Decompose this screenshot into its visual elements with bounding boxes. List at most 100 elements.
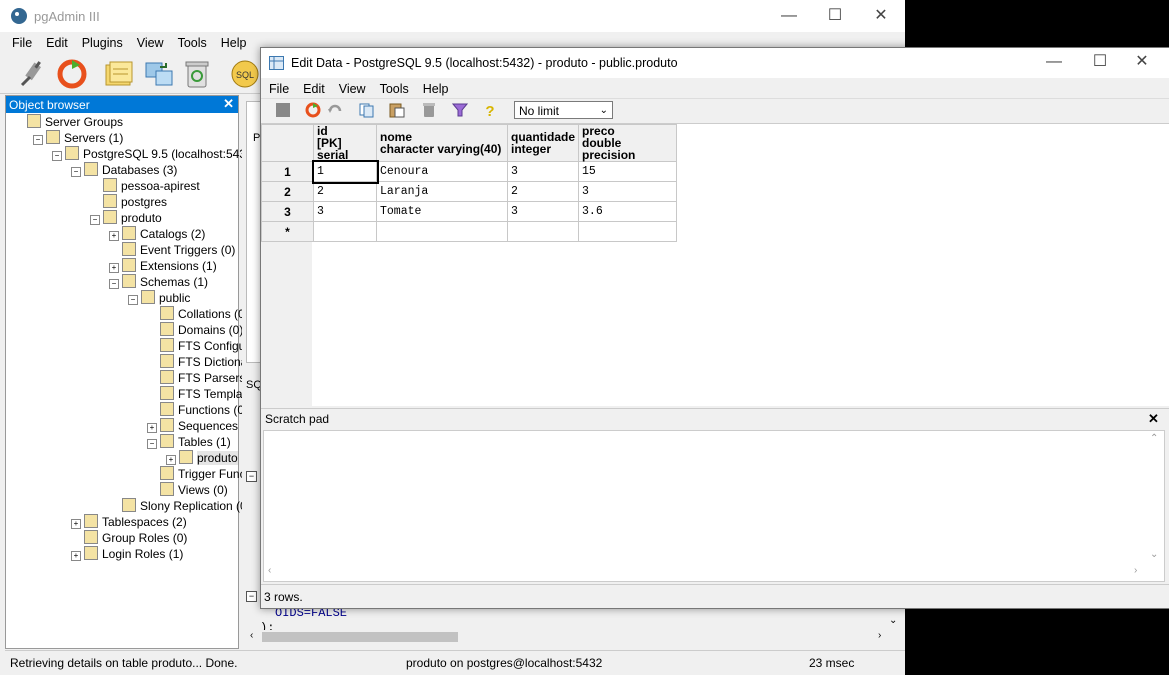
grid-cell[interactable]: 3 xyxy=(506,201,580,222)
grid-cell[interactable]: Cenoura xyxy=(376,161,508,182)
grid-cell[interactable]: 3 xyxy=(313,201,377,222)
tree-item[interactable]: − Tables (1) xyxy=(147,434,231,450)
scroll-right-icon[interactable]: › xyxy=(878,630,881,641)
expand-icon[interactable]: + xyxy=(71,551,81,561)
scroll-left-icon[interactable]: ‹ xyxy=(250,630,253,641)
tree-item[interactable]: Domains (0) xyxy=(147,322,243,338)
maximize-button[interactable]: ☐ xyxy=(812,0,858,32)
scroll-right-icon[interactable]: › xyxy=(1134,565,1137,576)
collapse-icon[interactable]: − xyxy=(147,439,157,449)
delete-recycle-icon[interactable] xyxy=(180,57,214,91)
collapse-icon[interactable]: − xyxy=(128,295,138,305)
tree-item[interactable]: + Tablespaces (2) xyxy=(71,514,187,530)
expand-icon[interactable]: + xyxy=(147,423,157,433)
tree-item[interactable]: − Servers (1) xyxy=(33,130,123,146)
tree-item[interactable]: Views (0) xyxy=(147,482,228,498)
row-limit-select[interactable]: No limit ⌄ xyxy=(514,101,613,119)
properties-icon[interactable] xyxy=(102,57,136,91)
edit-menu-edit[interactable]: Edit xyxy=(303,82,325,96)
edit-menu-view[interactable]: View xyxy=(339,82,366,96)
expand-icon[interactable]: + xyxy=(166,455,176,465)
grid-cell[interactable]: 1 xyxy=(311,159,379,184)
tree-item[interactable]: Event Triggers (0) xyxy=(109,242,235,258)
copy-icon[interactable] xyxy=(359,102,375,118)
edit-menu-file[interactable]: File xyxy=(269,82,289,96)
scratch-pad-textarea[interactable]: ⌃ ⌄ ‹ › xyxy=(263,430,1165,582)
tree-item[interactable]: + Login Roles (1) xyxy=(71,546,183,562)
tree-item[interactable]: − Databases (3) xyxy=(71,162,177,178)
grid-cell[interactable]: Tomate xyxy=(376,201,508,222)
column-header-nome[interactable]: nome character varying(40) xyxy=(376,124,508,162)
row-header[interactable]: * xyxy=(261,221,314,242)
refresh-icon[interactable] xyxy=(305,102,321,118)
scroll-up-icon[interactable]: ⌃ xyxy=(1150,433,1158,444)
menu-help[interactable]: Help xyxy=(221,36,247,50)
scratch-pad-close-icon[interactable]: ✕ xyxy=(1148,411,1159,427)
horizontal-scrollbar[interactable]: ‹ › xyxy=(248,630,888,644)
row-header[interactable]: 2 xyxy=(261,181,314,202)
close-button[interactable]: ✕ xyxy=(858,0,904,32)
edit-minimize-button[interactable]: — xyxy=(1031,47,1077,77)
menu-tools[interactable]: Tools xyxy=(178,36,207,50)
menu-file[interactable]: File xyxy=(12,36,32,50)
tree-item[interactable]: Collations (0) xyxy=(147,306,249,322)
minimize-button[interactable]: — xyxy=(766,0,812,32)
collapse-icon[interactable]: − xyxy=(52,151,62,161)
edit-close-button[interactable]: ✕ xyxy=(1119,47,1165,77)
row-header[interactable]: 1 xyxy=(261,161,314,182)
column-header-quantidade[interactable]: quantidade integer xyxy=(506,124,580,162)
sql-collapse-toggle[interactable]: − xyxy=(246,471,257,482)
grid-cell[interactable] xyxy=(376,221,508,242)
edit-menu-tools[interactable]: Tools xyxy=(380,82,409,96)
tree-item[interactable]: postgres xyxy=(90,194,167,210)
tree-item[interactable]: Slony Replication (0) xyxy=(109,498,251,514)
tree-item[interactable]: Server Groups xyxy=(14,114,123,130)
grid-cell[interactable]: 15 xyxy=(578,161,678,182)
tree-item[interactable]: − PostgreSQL 9.5 (localhost:5432) xyxy=(52,146,257,162)
tree-item[interactable]: − produto xyxy=(90,210,162,226)
tree-item[interactable]: + Extensions (1) xyxy=(109,258,217,274)
scroll-down-icon[interactable]: ⌄ xyxy=(1150,549,1158,560)
grid-cell[interactable] xyxy=(313,221,377,242)
collapse-icon[interactable]: − xyxy=(90,215,100,225)
tree-item[interactable]: − public xyxy=(128,290,190,306)
tree-item[interactable]: + produto xyxy=(166,450,238,466)
help-icon[interactable]: ? xyxy=(482,102,498,118)
tree-item[interactable]: + Catalogs (2) xyxy=(109,226,205,242)
edit-menu-help[interactable]: Help xyxy=(423,82,449,96)
column-header-id[interactable]: id [PK] serial xyxy=(313,124,377,162)
collapse-icon[interactable]: − xyxy=(109,279,119,289)
create-object-icon[interactable] xyxy=(142,57,176,91)
tree-item[interactable]: Functions (0) xyxy=(147,402,248,418)
filter-icon[interactable] xyxy=(452,102,468,118)
menu-edit[interactable]: Edit xyxy=(46,36,68,50)
grid-cell[interactable] xyxy=(506,221,580,242)
refresh-icon[interactable] xyxy=(55,57,89,91)
undo-icon[interactable] xyxy=(327,102,343,118)
sql-collapse-toggle-2[interactable]: − xyxy=(246,591,257,602)
delete-icon[interactable] xyxy=(421,102,437,118)
menu-view[interactable]: View xyxy=(137,36,164,50)
tree-item[interactable]: pessoa-apirest xyxy=(90,178,200,194)
tree-item[interactable]: Group Roles (0) xyxy=(71,530,187,546)
collapse-icon[interactable]: − xyxy=(33,135,43,145)
scroll-left-icon[interactable]: ‹ xyxy=(268,565,271,576)
tree-item[interactable]: + Sequences (1) xyxy=(147,418,256,434)
scrollbar-thumb[interactable] xyxy=(262,632,458,642)
menu-plugins[interactable]: Plugins xyxy=(82,36,123,50)
grid-cell[interactable]: Laranja xyxy=(376,181,508,202)
expand-icon[interactable]: + xyxy=(109,231,119,241)
grid-cell[interactable]: 3 xyxy=(506,161,580,182)
grid-cell[interactable]: 2 xyxy=(313,181,377,202)
collapse-icon[interactable]: − xyxy=(71,167,81,177)
object-browser-close-icon[interactable]: ✕ xyxy=(223,96,234,112)
save-icon[interactable] xyxy=(275,102,291,118)
grid-cell[interactable]: 2 xyxy=(506,181,580,202)
grid-cell[interactable] xyxy=(578,221,678,242)
expand-icon[interactable]: + xyxy=(71,519,81,529)
grid-corner[interactable] xyxy=(261,124,314,162)
row-header[interactable]: 3 xyxy=(261,201,314,222)
grid-cell[interactable]: 3 xyxy=(578,181,678,202)
tree-item[interactable]: − Schemas (1) xyxy=(109,274,208,290)
expand-icon[interactable]: + xyxy=(109,263,119,273)
